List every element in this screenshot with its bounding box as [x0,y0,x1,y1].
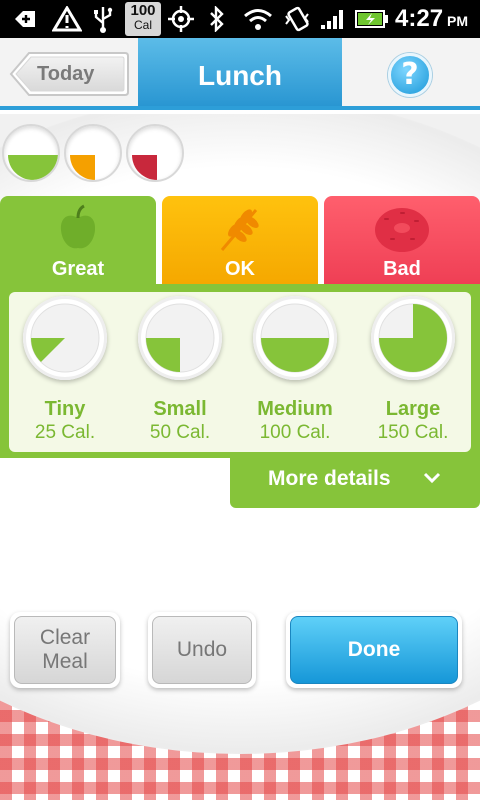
bluetooth-icon [206,0,228,38]
size-small-label: Small [153,398,207,420]
bad-meal-gauge [126,124,184,182]
great-meal-gauge [2,124,60,182]
clock-ampm: PM [447,13,468,29]
size-large-calories: 150 Cal. [377,422,449,443]
done-button-face: Done [290,616,458,684]
clear-meal-button-face: Clear Meal [14,616,116,684]
done-button[interactable]: Done [286,612,462,688]
medium-portion-gauge [253,296,337,380]
clear-meal-line1: Clear [39,626,91,649]
tab-great[interactable]: Great [0,196,156,290]
calorie-badge-unit: Cal [133,18,152,32]
tab-ok-label: OK [225,258,255,280]
tab-bad-label: Bad [383,258,421,280]
large-portion-gauge [371,296,455,380]
size-small-calories: 50 Cal. [149,422,211,443]
back-button-label: Today [37,63,95,85]
signal-icon [318,0,348,38]
more-details-label: More details [268,467,391,490]
more-details-button[interactable]: More details [230,458,480,508]
notification-plus-icon [10,0,40,38]
size-tiny-label: Tiny [44,398,86,420]
undo-button-face: Undo [152,616,252,684]
calorie-badge: 100 Cal [125,2,161,36]
help-button[interactable]: ? [388,53,432,97]
tab-ok[interactable]: OK [162,196,318,284]
usb-icon [90,0,116,38]
size-medium-label: Medium [257,398,333,420]
undo-button[interactable]: Undo [148,612,256,688]
chevron-down-icon [422,468,442,494]
wheat-icon [216,204,264,259]
tab-bad[interactable]: Bad [324,196,480,284]
clock-time: 4:27 [395,5,444,32]
calorie-badge-value: 100 [130,2,156,19]
small-portion-gauge [138,296,222,380]
clear-meal-line2: Meal [42,650,88,673]
tiny-portion-gauge [23,296,107,380]
gps-icon [166,0,196,38]
tab-great-label: Great [51,258,105,280]
size-tiny-calories: 25 Cal. [34,422,96,443]
page-title: Lunch [138,38,342,106]
ok-meal-gauge [64,124,122,182]
size-large-label: Large [385,398,441,420]
size-medium-calories: 100 Cal. [259,422,331,443]
status-bar: 100 Cal 4:27 PM [0,0,480,38]
back-today-button[interactable]: Today [9,51,129,97]
apple-icon [58,204,98,257]
vibrate-icon [282,0,312,38]
donut-icon [374,204,430,259]
warning-icon [50,0,84,38]
wifi-icon [242,0,274,38]
battery-charging-icon [354,0,390,38]
clear-meal-button[interactable]: Clear Meal [10,612,120,688]
